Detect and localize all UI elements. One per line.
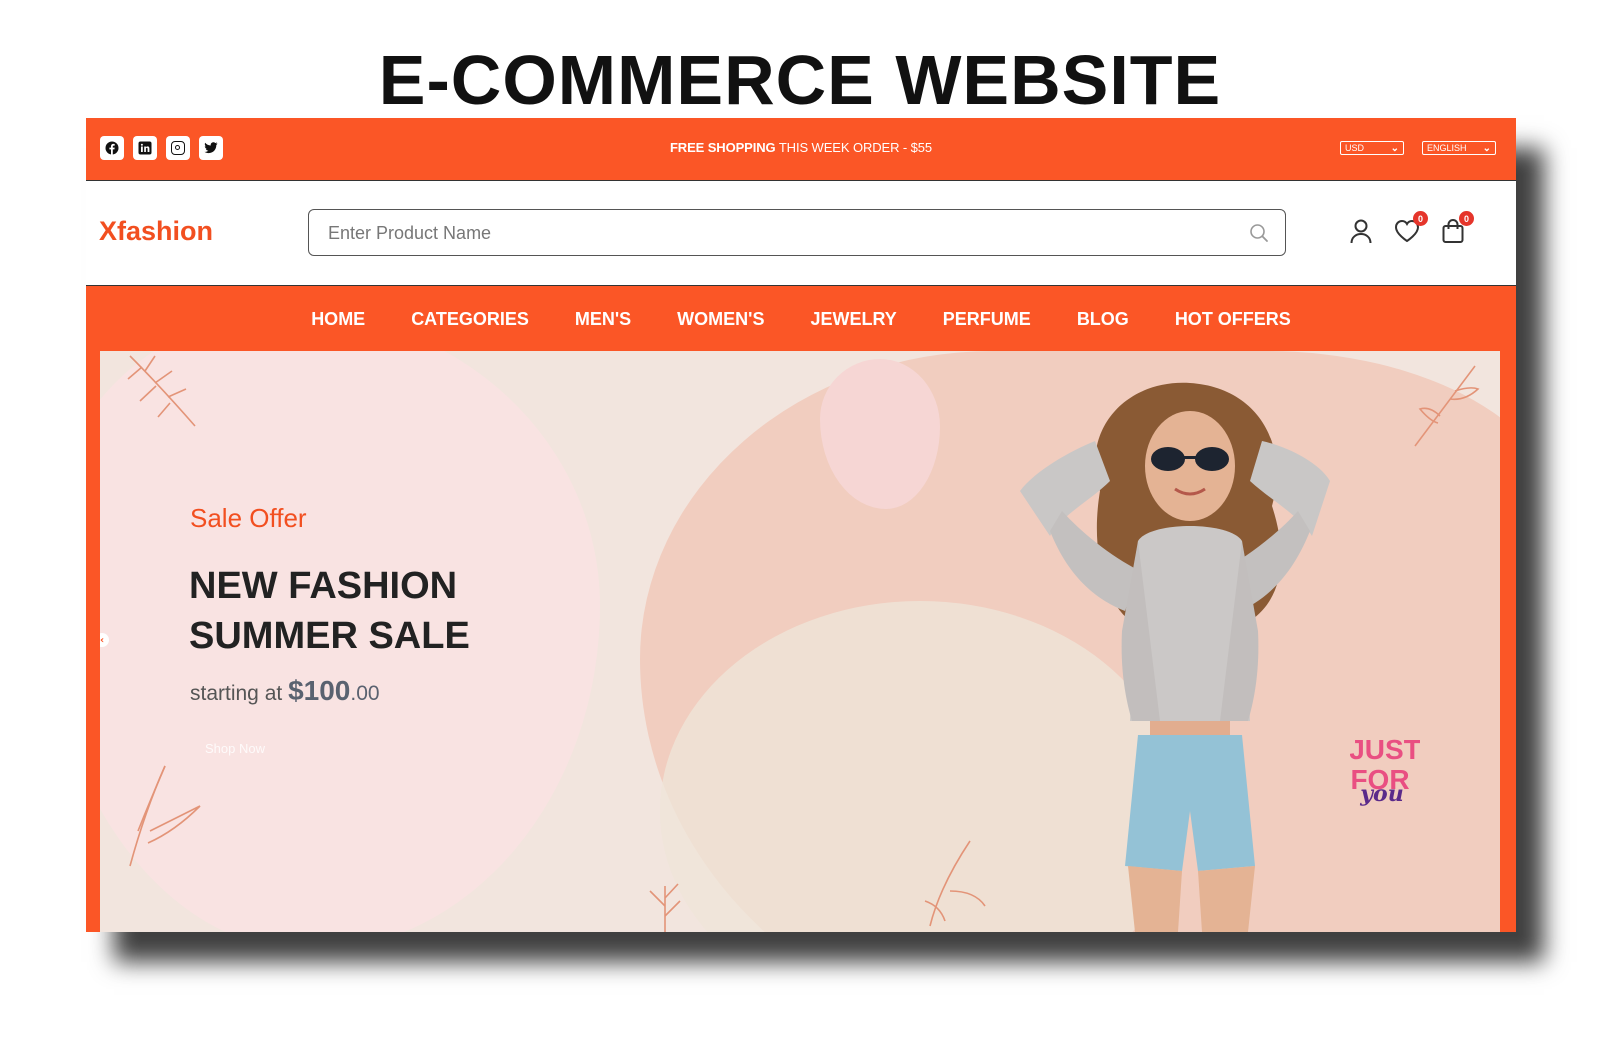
search-bar xyxy=(308,209,1286,256)
user-icon xyxy=(1350,219,1372,244)
hero-headline-line-1: NEW FASHION xyxy=(189,565,458,607)
currency-value: USD xyxy=(1345,143,1365,153)
site-logo[interactable]: Xfashion xyxy=(99,216,213,247)
sticker-text-just: JUST xyxy=(1350,734,1420,765)
shop-now-button[interactable]: Shop Now xyxy=(205,741,265,756)
language-select[interactable]: ENGLISH ⌄ xyxy=(1422,141,1496,155)
chevron-down-icon: ⌄ xyxy=(1390,142,1399,154)
hero-slide: Sale Offer NEW FASHION SUMMER SALE start… xyxy=(100,351,1500,932)
language-value: ENGLISH xyxy=(1427,143,1467,153)
cart-count-badge: 0 xyxy=(1459,211,1474,226)
nav-item-home[interactable]: HOME xyxy=(288,309,388,330)
currency-select[interactable]: USD ⌄ xyxy=(1340,141,1404,155)
nav-item-jewelry[interactable]: JEWELRY xyxy=(787,309,919,330)
site-header: Xfashion 0 0 xyxy=(86,180,1516,285)
nav-item-blog[interactable]: BLOG xyxy=(1054,309,1152,330)
promo-bold: FREE SHOPPING xyxy=(669,140,776,155)
nav-item-mens[interactable]: MEN'S xyxy=(552,309,654,330)
price-amount: $100 xyxy=(288,675,351,706)
wishlist-count-badge: 0 xyxy=(1413,211,1428,226)
search-input[interactable] xyxy=(309,210,1210,256)
sticker-text-you: you xyxy=(1359,781,1403,807)
leaf-decoration xyxy=(649,883,681,932)
account-button[interactable] xyxy=(1348,217,1374,245)
cart-button[interactable]: 0 xyxy=(1440,211,1474,245)
chevron-down-icon: ⌄ xyxy=(1482,142,1491,154)
leaf-decoration xyxy=(127,355,196,427)
just-for-you-sticker: JUST FOR you xyxy=(1350,734,1420,807)
hero-eyebrow: Sale Offer xyxy=(190,503,307,533)
leaf-decoration xyxy=(1414,365,1480,447)
wishlist-button[interactable]: 0 xyxy=(1394,211,1428,245)
top-bar: FREE SHOPPING THIS WEEK ORDER - $55 USD ⌄… xyxy=(86,118,1516,180)
main-nav: HOME CATEGORIES MEN'S WOMEN'S JEWELRY PE… xyxy=(86,285,1516,352)
search-icon[interactable] xyxy=(1249,223,1269,248)
hero-headline-line-2: SUMMER SALE xyxy=(189,615,470,657)
website-frame: FREE SHOPPING THIS WEEK ORDER - $55 USD ⌄… xyxy=(86,118,1516,932)
leaf-decoration xyxy=(129,765,201,867)
nav-item-categories[interactable]: CATEGORIES xyxy=(388,309,552,330)
nav-item-hot-offers[interactable]: HOT OFFERS xyxy=(1152,309,1314,330)
fashion-model-image xyxy=(1020,382,1330,932)
hero-banner: Sale Offer NEW FASHION SUMMER SALE start… xyxy=(86,351,1516,932)
hero-price: starting at $100.00 xyxy=(190,675,380,707)
nav-item-perfume[interactable]: PERFUME xyxy=(920,309,1054,330)
promo-text: THIS WEEK ORDER - $55 xyxy=(775,140,933,155)
nav-item-womens[interactable]: WOMEN'S xyxy=(654,309,787,330)
price-cents: .00 xyxy=(350,682,380,705)
promo-banner: FREE SHOPPING THIS WEEK ORDER - $55 xyxy=(86,140,1516,155)
page-title: E-COMMERCE WEBSITE xyxy=(378,41,1222,119)
price-prefix: starting at xyxy=(190,682,289,705)
hero-headline: NEW FASHION SUMMER SALE xyxy=(189,561,470,661)
